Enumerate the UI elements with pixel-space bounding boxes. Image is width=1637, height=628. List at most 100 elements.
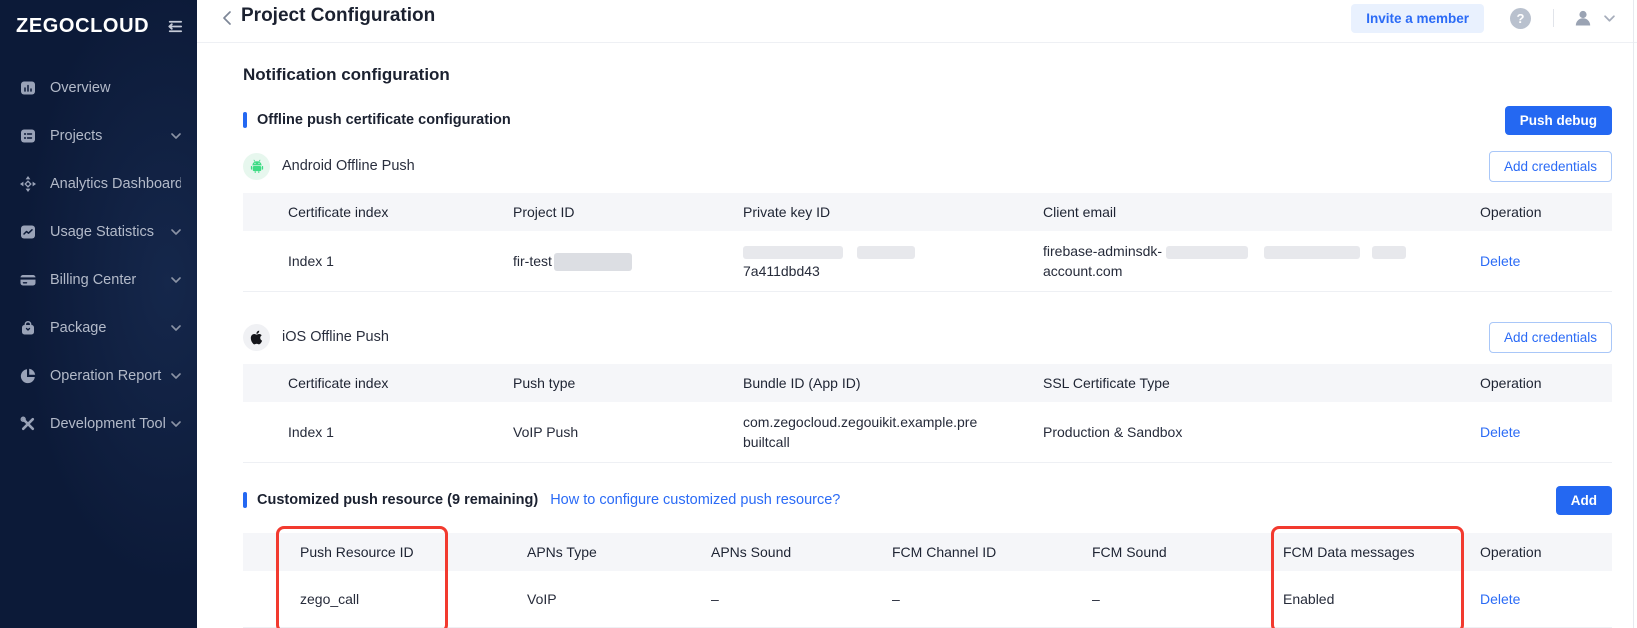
android-table-row: Index 1 fir-test 7a411dbd43 firebase-adm… [243,231,1612,292]
android-icon [243,153,270,180]
delete-link[interactable]: Delete [1480,424,1520,440]
sidebar-item-overview[interactable]: Overview [0,64,197,112]
column-header-operation: Operation [1480,533,1612,571]
push-type-cell: VoIP Push [513,402,743,463]
fcm-channel-id-cell: – [892,571,1092,628]
apns-type-cell: VoIP [527,571,711,628]
offline-push-section-title: Offline push certificate configuration [257,112,511,128]
customized-table-row: zego_call VoIP – – – Enabled Delete [243,571,1612,628]
development-tools-icon [18,415,37,434]
push-resource-id-cell: zego_call [243,571,527,628]
bundle-id-cell: com.zegocloud.zegouikit.example.prebuilt… [743,402,1043,463]
invite-member-button[interactable]: Invite a member [1351,4,1484,33]
column-header-bundle-id: Bundle ID (App ID) [743,364,1043,402]
android-table-header-row: Certificate index Project ID Private key… [243,193,1612,231]
sidebar-item-label: Projects [50,128,165,144]
sidebar-collapse-icon[interactable] [165,17,184,36]
add-push-resource-button[interactable]: Add [1556,486,1612,515]
sidebar-item-operation-report[interactable]: Operation Report [0,352,197,400]
avatar[interactable] [1572,7,1594,29]
sidebar-item-package[interactable]: Package [0,304,197,352]
zegocloud-logo: ZEGOCLOUD [16,15,149,38]
sidebar-item-label: Operation Report [50,368,165,384]
notification-configuration-heading: Notification configuration [243,65,1612,85]
sidebar-item-usage-statistics[interactable]: Usage Statistics [0,208,197,256]
column-header-fcm-channel-id: FCM Channel ID [892,533,1092,571]
offline-push-section-header: Offline push certificate configuration P… [243,105,1612,135]
project-id-cell: fir-test [513,231,743,292]
operation-cell: Delete [1480,571,1612,628]
sidebar-item-label: Development Tools [50,416,165,432]
sidebar-item-billing-center[interactable]: Billing Center [0,256,197,304]
sidebar-item-projects[interactable]: Projects [0,112,197,160]
ios-table-header-row: Certificate index Push type Bundle ID (A… [243,364,1612,402]
column-header-client-email: Client email [1043,193,1480,231]
app-window: ZEGOCLOUD Overview Projects [0,0,1637,628]
sidebar: ZEGOCLOUD Overview Projects [0,0,197,628]
sidebar-item-development-tools[interactable]: Development Tools [0,400,197,448]
operation-report-icon [18,367,37,386]
sidebar-item-analytics-dashboard[interactable]: Analytics Dashboard [0,160,197,208]
customized-table-header-row: Push Resource ID APNs Type APNs Sound FC… [243,533,1612,571]
topbar-actions: Invite a member ? [1351,4,1615,32]
sidebar-item-label: Package [50,320,165,336]
column-header-operation: Operation [1480,364,1612,402]
sidebar-nav: Overview Projects Analytics Dashboard [0,64,197,448]
client-email-cell: firebase-adminsdk- account.com [1043,231,1480,292]
delete-link[interactable]: Delete [1480,253,1520,269]
chevron-down-icon [171,325,181,331]
android-offline-push-row: Android Offline Push Add credentials [243,151,1612,181]
fcm-sound-cell: – [1092,571,1283,628]
top-bar: Project Configuration Invite a member ? [197,0,1637,43]
chevron-down-icon[interactable] [1604,15,1615,22]
customized-push-table: Push Resource ID APNs Type APNs Sound FC… [243,533,1612,628]
ios-offline-push-label: iOS Offline Push [282,329,389,345]
column-header-fcm-sound: FCM Sound [1092,533,1283,571]
help-icon[interactable]: ? [1510,8,1531,29]
section-accent-bar [243,112,247,128]
android-push-table: Certificate index Project ID Private key… [243,193,1612,292]
section-accent-bar [243,492,247,508]
push-debug-button[interactable]: Push debug [1505,106,1612,135]
usage-statistics-icon [18,223,37,242]
column-header-private-key-id: Private key ID [743,193,1043,231]
private-key-id-cell: 7a411dbd43 [743,231,1043,292]
chevron-down-icon [171,421,181,427]
operation-cell: Delete [1480,402,1612,463]
ios-offline-push-row: iOS Offline Push Add credentials [243,322,1612,352]
column-header-ssl-certificate-type: SSL Certificate Type [1043,364,1480,402]
projects-icon [18,127,37,146]
content-area: Notification configuration Offline push … [197,43,1637,628]
column-header-fcm-data-messages: FCM Data messages [1283,533,1480,571]
redacted-text [1372,246,1406,259]
column-header-certificate-index: Certificate index [243,364,513,402]
chevron-down-icon [171,277,181,283]
how-to-configure-link[interactable]: How to configure customized push resourc… [550,492,840,508]
sidebar-item-label: Analytics Dashboard [50,176,181,192]
redacted-text [1166,246,1248,259]
topbar-divider [1553,9,1554,27]
apple-icon [243,324,270,351]
sidebar-item-label: Overview [50,80,181,96]
column-header-push-resource-id: Push Resource ID [243,533,527,571]
operation-cell: Delete [1480,231,1612,292]
fcm-data-messages-cell: Enabled [1283,571,1480,628]
overview-icon [18,79,37,98]
android-add-credentials-button[interactable]: Add credentials [1489,151,1612,182]
certificate-index-cell: Index 1 [243,231,513,292]
back-icon[interactable] [221,6,233,30]
certificate-index-cell: Index 1 [243,402,513,463]
column-header-apns-type: APNs Type [527,533,711,571]
redacted-text [743,246,843,259]
android-offline-push-label: Android Offline Push [282,158,415,174]
sidebar-item-label: Usage Statistics [50,224,165,240]
analytics-dashboard-icon [18,175,37,194]
apns-sound-cell: – [711,571,892,628]
chevron-down-icon [171,229,181,235]
ios-add-credentials-button[interactable]: Add credentials [1489,322,1612,353]
delete-link[interactable]: Delete [1480,591,1520,607]
package-icon [18,319,37,338]
ssl-certificate-type-cell: Production & Sandbox [1043,402,1480,463]
sidebar-item-label: Billing Center [50,272,165,288]
scroll-track [1633,0,1634,628]
